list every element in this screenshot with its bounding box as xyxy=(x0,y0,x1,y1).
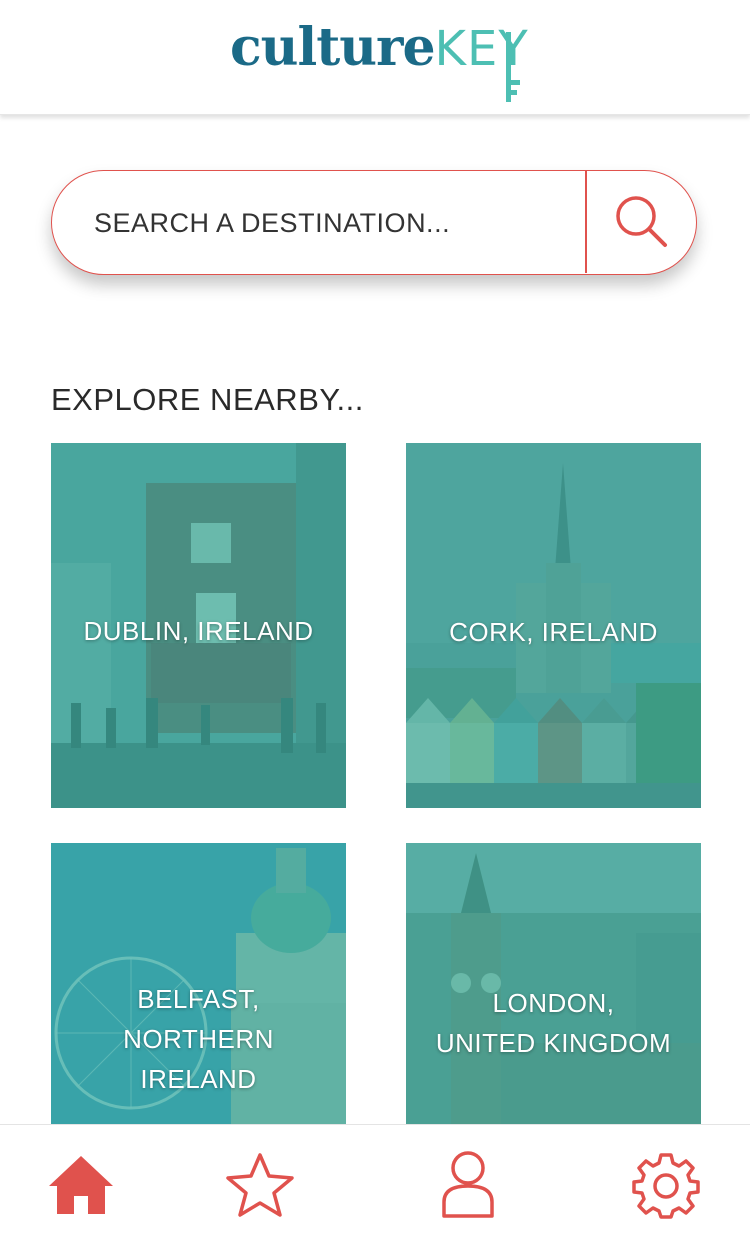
card-label: LONDON, UNITED KINGDOM xyxy=(406,983,701,1063)
search-bar xyxy=(51,170,697,275)
card-label: BELFAST, NORTHERN IRELAND xyxy=(51,979,346,1099)
card-label: DUBLIN, IRELAND xyxy=(51,611,346,651)
search-divider xyxy=(585,171,587,273)
search-input[interactable] xyxy=(92,171,576,275)
home-icon xyxy=(49,1156,113,1214)
tab-home[interactable] xyxy=(31,1125,131,1245)
tab-favorites[interactable] xyxy=(210,1125,310,1245)
search-button[interactable] xyxy=(588,171,696,273)
card-label-line-1: BELFAST, xyxy=(137,984,260,1014)
logo-text-culture: culture xyxy=(230,17,436,78)
card-label-line-1: LONDON, xyxy=(492,988,615,1018)
destination-card-cork[interactable]: CORK, IRELAND xyxy=(406,443,701,808)
explore-nearby-title: EXPLORE NEARBY... xyxy=(51,382,364,417)
card-label-line-2: UNITED KINGDOM xyxy=(435,1028,672,1058)
user-icon xyxy=(442,1151,494,1218)
key-stem-icon xyxy=(506,32,520,102)
destination-card-dublin[interactable]: DUBLIN, IRELAND xyxy=(51,443,346,808)
gear-icon xyxy=(632,1153,700,1219)
app-header: cultureKEY xyxy=(0,0,750,115)
card-label: CORK, IRELAND xyxy=(406,612,701,652)
card-label-line-3: IRELAND xyxy=(140,1064,257,1094)
search-icon xyxy=(616,196,667,247)
tab-profile[interactable] xyxy=(418,1125,518,1245)
card-label-line-2: NORTHERN xyxy=(123,1024,274,1054)
tab-settings[interactable] xyxy=(616,1125,716,1245)
card-label-line-1: CORK, IRELAND xyxy=(449,617,658,647)
culture-key-logo[interactable]: cultureKEY xyxy=(230,18,530,108)
card-label-line-1: DUBLIN, IRELAND xyxy=(83,616,314,646)
star-icon xyxy=(226,1153,294,1217)
bottom-tab-bar xyxy=(0,1124,750,1245)
